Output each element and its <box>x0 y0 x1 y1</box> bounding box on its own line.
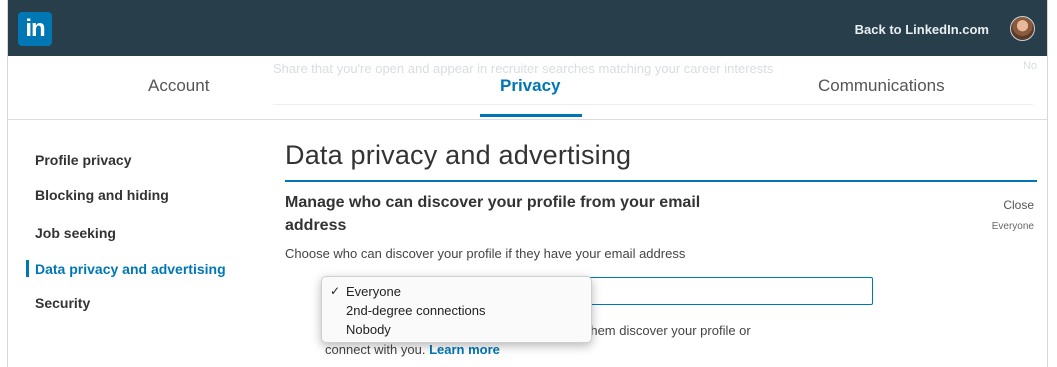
linkedin-logo[interactable]: in <box>18 12 52 46</box>
current-setting-value: Everyone <box>991 221 1034 232</box>
sidebar-item-profile-privacy[interactable]: Profile privacy <box>35 152 132 168</box>
close-button[interactable]: Close <box>1003 198 1034 212</box>
info-text-line2-prefix: connect with you. <box>325 342 426 357</box>
tab-privacy[interactable]: Privacy <box>500 76 561 96</box>
sidebar-item-job-seeking[interactable]: Job seeking <box>35 225 116 241</box>
faded-divider <box>273 104 1033 105</box>
learn-more-link[interactable]: Learn more <box>429 342 500 357</box>
title-divider <box>285 180 1037 182</box>
back-to-linkedin-link[interactable]: Back to LinkedIn.com <box>855 22 989 37</box>
sidebar-item-data-privacy[interactable]: Data privacy and advertising <box>35 261 226 277</box>
faded-background-value: No <box>1022 60 1037 72</box>
dropdown-option-everyone[interactable]: ✓ Everyone <box>322 282 591 301</box>
active-tab-indicator <box>480 114 582 117</box>
settings-window: in Back to LinkedIn.com Share that you'r… <box>7 0 1048 367</box>
tab-account[interactable]: Account <box>148 76 209 96</box>
checkmark-icon: ✓ <box>330 284 341 298</box>
dropdown-option-label: 2nd-degree connections <box>346 303 486 318</box>
tab-communications[interactable]: Communications <box>818 76 945 96</box>
dropdown-option-label: Nobody <box>346 322 391 337</box>
top-navigation-bar: in Back to LinkedIn.com <box>8 0 1047 56</box>
settings-sidebar: Profile privacy Blocking and hiding Job … <box>8 121 258 367</box>
dropdown-option-label: Everyone <box>346 284 401 299</box>
section-title: Manage who can discover your profile fro… <box>285 194 701 234</box>
visibility-dropdown-menu: ✓ Everyone 2nd-degree connections Nobody <box>321 276 592 343</box>
settings-tab-bar: Share that you're open and appear in rec… <box>8 56 1047 120</box>
sidebar-item-security[interactable]: Security <box>35 295 90 311</box>
sidebar-item-blocking-and-hiding[interactable]: Blocking and hiding <box>35 187 169 203</box>
dropdown-option-2nd-degree[interactable]: 2nd-degree connections <box>322 301 591 320</box>
section-description: Choose who can discover your profile if … <box>285 246 686 261</box>
sidebar-active-indicator <box>26 260 29 277</box>
visibility-select[interactable] <box>575 277 873 305</box>
avatar[interactable] <box>1010 16 1035 41</box>
faded-background-text: Share that you're open and appear in rec… <box>273 61 774 76</box>
dropdown-option-nobody[interactable]: Nobody <box>322 320 591 339</box>
page-title: Data privacy and advertising <box>285 140 632 170</box>
